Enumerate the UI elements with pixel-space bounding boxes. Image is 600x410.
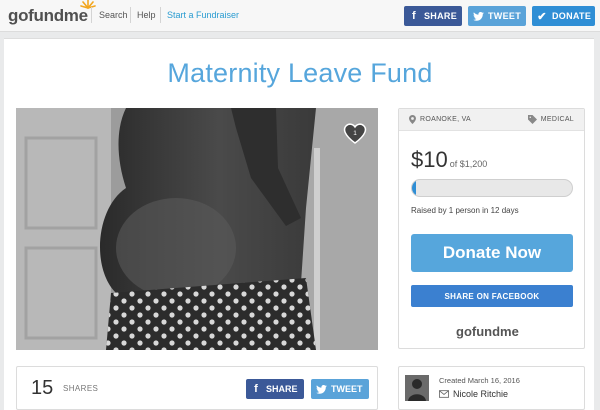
raised-amount: $10 <box>411 147 448 172</box>
nav-search[interactable]: Search <box>99 10 128 20</box>
category[interactable]: MEDICAL <box>527 115 574 124</box>
nav-help[interactable]: Help <box>137 10 156 20</box>
donate-now-button[interactable]: Donate Now <box>411 234 573 272</box>
location: ROANOKE, VA <box>409 115 471 124</box>
nav-divider <box>160 7 161 23</box>
tweet-button-bottom[interactable]: TWEET <box>311 379 369 399</box>
logo-me: me <box>500 324 519 339</box>
share-facebook-button[interactable]: f SHARE <box>404 6 462 26</box>
nav-divider <box>130 7 131 23</box>
logo-fund: fund <box>471 324 501 339</box>
amount-raised: $10 of $1,200 <box>411 147 487 173</box>
shares-bar: 15 SHARES f SHARE TWEET <box>16 366 378 410</box>
created-date: Created March 16, 2016 <box>439 376 520 385</box>
share-facebook-button-bottom[interactable]: f SHARE <box>246 379 304 399</box>
twitter-icon <box>468 6 488 26</box>
creator-avatar[interactable] <box>405 375 429 401</box>
tag-icon <box>527 115 537 124</box>
campaign-photo[interactable]: 1 <box>16 108 378 350</box>
nav-start-fundraiser[interactable]: Start a Fundraiser <box>167 10 239 20</box>
logo-go: go <box>8 6 29 25</box>
facebook-icon: f <box>412 10 416 22</box>
logo-fund: fund <box>28 6 64 25</box>
twitter-icon <box>311 379 331 399</box>
gofundme-footer-logo: gofundme <box>456 324 519 339</box>
donate-label: DONATE <box>552 11 592 21</box>
tweet-label: TWEET <box>488 11 521 21</box>
share-label: SHARE <box>266 384 298 394</box>
campaign-image <box>16 108 378 350</box>
location-label: ROANOKE, VA <box>420 116 472 123</box>
top-navigation: gofundme Search Help Start a Fundraiser … <box>0 0 600 32</box>
heart-icon[interactable]: 1 <box>342 120 368 146</box>
creator-info: Created March 16, 2016 Nicole Ritchie <box>398 366 585 410</box>
logo-go: go <box>456 324 472 339</box>
creator-name: Nicole Ritchie <box>453 389 509 399</box>
shares-label: SHARES <box>63 384 99 393</box>
checkmark-icon: ✔ <box>537 10 547 23</box>
category-label: MEDICAL <box>540 116 574 123</box>
campaign-meta: ROANOKE, VA MEDICAL <box>399 109 584 131</box>
tweet-button[interactable]: TWEET <box>468 6 526 26</box>
share-count: 15 <box>31 377 54 399</box>
share-label: SHARE <box>424 11 458 21</box>
creator-contact[interactable]: Nicole Ritchie <box>439 389 508 399</box>
tweet-label: TWEET <box>331 384 363 394</box>
facebook-icon: f <box>254 383 258 395</box>
goal-amount: of $1,200 <box>449 159 488 169</box>
donate-button[interactable]: ✔ DONATE <box>532 6 595 26</box>
progress-bar <box>411 179 573 197</box>
donation-panel: ROANOKE, VA MEDICAL $10 of $1,200 Raised… <box>398 108 585 349</box>
location-pin-icon <box>409 115 416 124</box>
campaign-title: Maternity Leave Fund <box>167 58 433 88</box>
envelope-icon <box>439 390 449 398</box>
like-count: 1 <box>353 130 357 137</box>
share-on-facebook-button[interactable]: SHARE ON FACEBOOK <box>411 285 573 307</box>
raised-by-text: Raised by 1 person in 12 days <box>411 206 519 215</box>
sun-icon <box>79 0 96 9</box>
progress-fill <box>412 180 416 196</box>
nav-divider <box>91 7 92 23</box>
gofundme-logo[interactable]: gofundme <box>8 0 96 26</box>
